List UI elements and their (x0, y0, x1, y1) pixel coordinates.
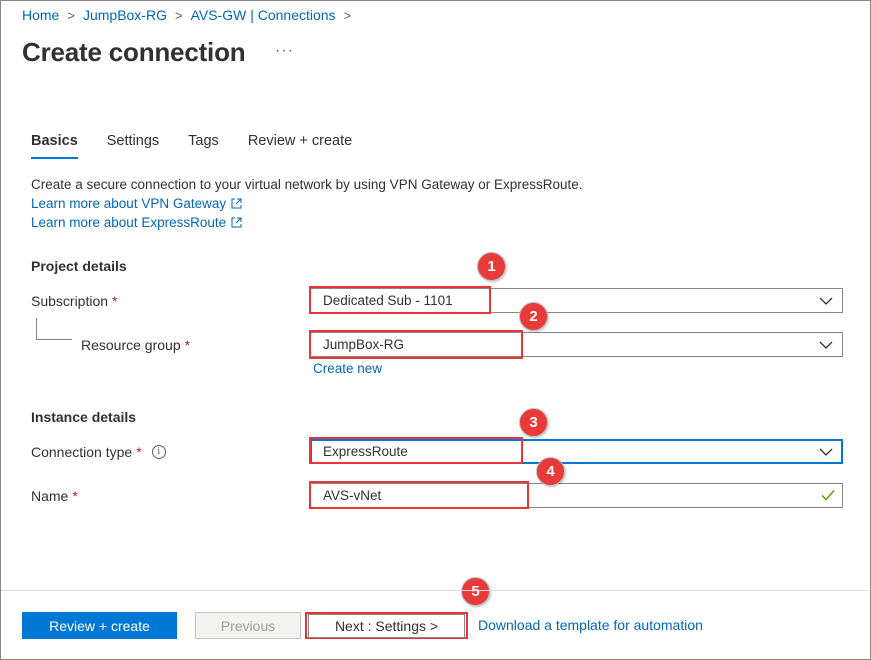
more-options-button[interactable]: ··· (275, 42, 294, 60)
name-label-text: Name (31, 488, 69, 504)
previous-button[interactable]: Previous (195, 612, 301, 639)
subscription-label: Subscription * (31, 293, 118, 309)
callout-highlight (309, 481, 529, 509)
callout-badge-3: 3 (519, 408, 548, 437)
required-marker: * (112, 293, 118, 309)
review-create-button[interactable]: Review + create (22, 612, 177, 639)
next-settings-button[interactable]: Next : Settings > (308, 614, 465, 638)
tab-settings[interactable]: Settings (107, 133, 159, 159)
tree-connector (36, 318, 72, 340)
learn-vpn-link[interactable]: Learn more about VPN Gateway (31, 196, 242, 211)
project-details-heading: Project details (31, 258, 127, 274)
learn-expressroute-label: Learn more about ExpressRoute (31, 215, 227, 230)
breadcrumb: Home > JumpBox-RG > AVS-GW | Connections… (22, 7, 359, 23)
breadcrumb-separator: > (67, 7, 75, 23)
external-link-icon (231, 217, 242, 228)
required-marker: * (72, 488, 78, 504)
instance-details-heading: Instance details (31, 409, 137, 425)
learn-vpn-label: Learn more about VPN Gateway (31, 196, 227, 211)
breadcrumb-separator: > (343, 7, 352, 23)
page-title: Create connection (22, 37, 246, 67)
callout-highlight (309, 437, 523, 464)
intro-description: Create a secure connection to your virtu… (31, 177, 583, 192)
breadcrumb-home[interactable]: Home (22, 7, 59, 23)
breadcrumb-separator: > (174, 7, 183, 23)
chevron-down-icon (819, 297, 833, 305)
learn-expressroute-link[interactable]: Learn more about ExpressRoute (31, 215, 242, 230)
tab-bar: Basics Settings Tags Review + create (31, 133, 381, 159)
chevron-down-icon (819, 341, 833, 349)
chevron-down-icon (819, 448, 833, 456)
checkmark-icon (821, 490, 835, 501)
tab-basics[interactable]: Basics (31, 133, 78, 159)
breadcrumb-connections[interactable]: AVS-GW | Connections (191, 7, 336, 23)
callout-badge-5: 5 (461, 577, 490, 606)
required-marker: * (184, 337, 191, 353)
connection-type-label: Connection type * i (31, 444, 166, 460)
callout-badge-1: 1 (477, 252, 506, 281)
connection-type-label-text: Connection type (31, 444, 133, 460)
breadcrumb-resource-group[interactable]: JumpBox-RG (83, 7, 167, 23)
callout-badge-4: 4 (536, 457, 565, 486)
tab-tags[interactable]: Tags (188, 133, 219, 159)
create-new-link[interactable]: Create new (313, 361, 382, 376)
callout-highlight (309, 286, 491, 314)
name-label: Name * (31, 488, 78, 504)
info-icon[interactable]: i (151, 445, 166, 459)
download-template-link[interactable]: Download a template for automation (478, 617, 703, 633)
external-link-icon (231, 198, 242, 209)
footer-divider (1, 590, 869, 591)
required-marker: * (136, 444, 142, 460)
resource-group-label-text: Resource group (81, 337, 181, 353)
subscription-label-text: Subscription (31, 293, 109, 309)
callout-highlight (309, 330, 523, 359)
tab-review-create[interactable]: Review + create (248, 133, 352, 159)
resource-group-label: Resource group * (81, 337, 190, 353)
callout-badge-2: 2 (519, 302, 548, 331)
